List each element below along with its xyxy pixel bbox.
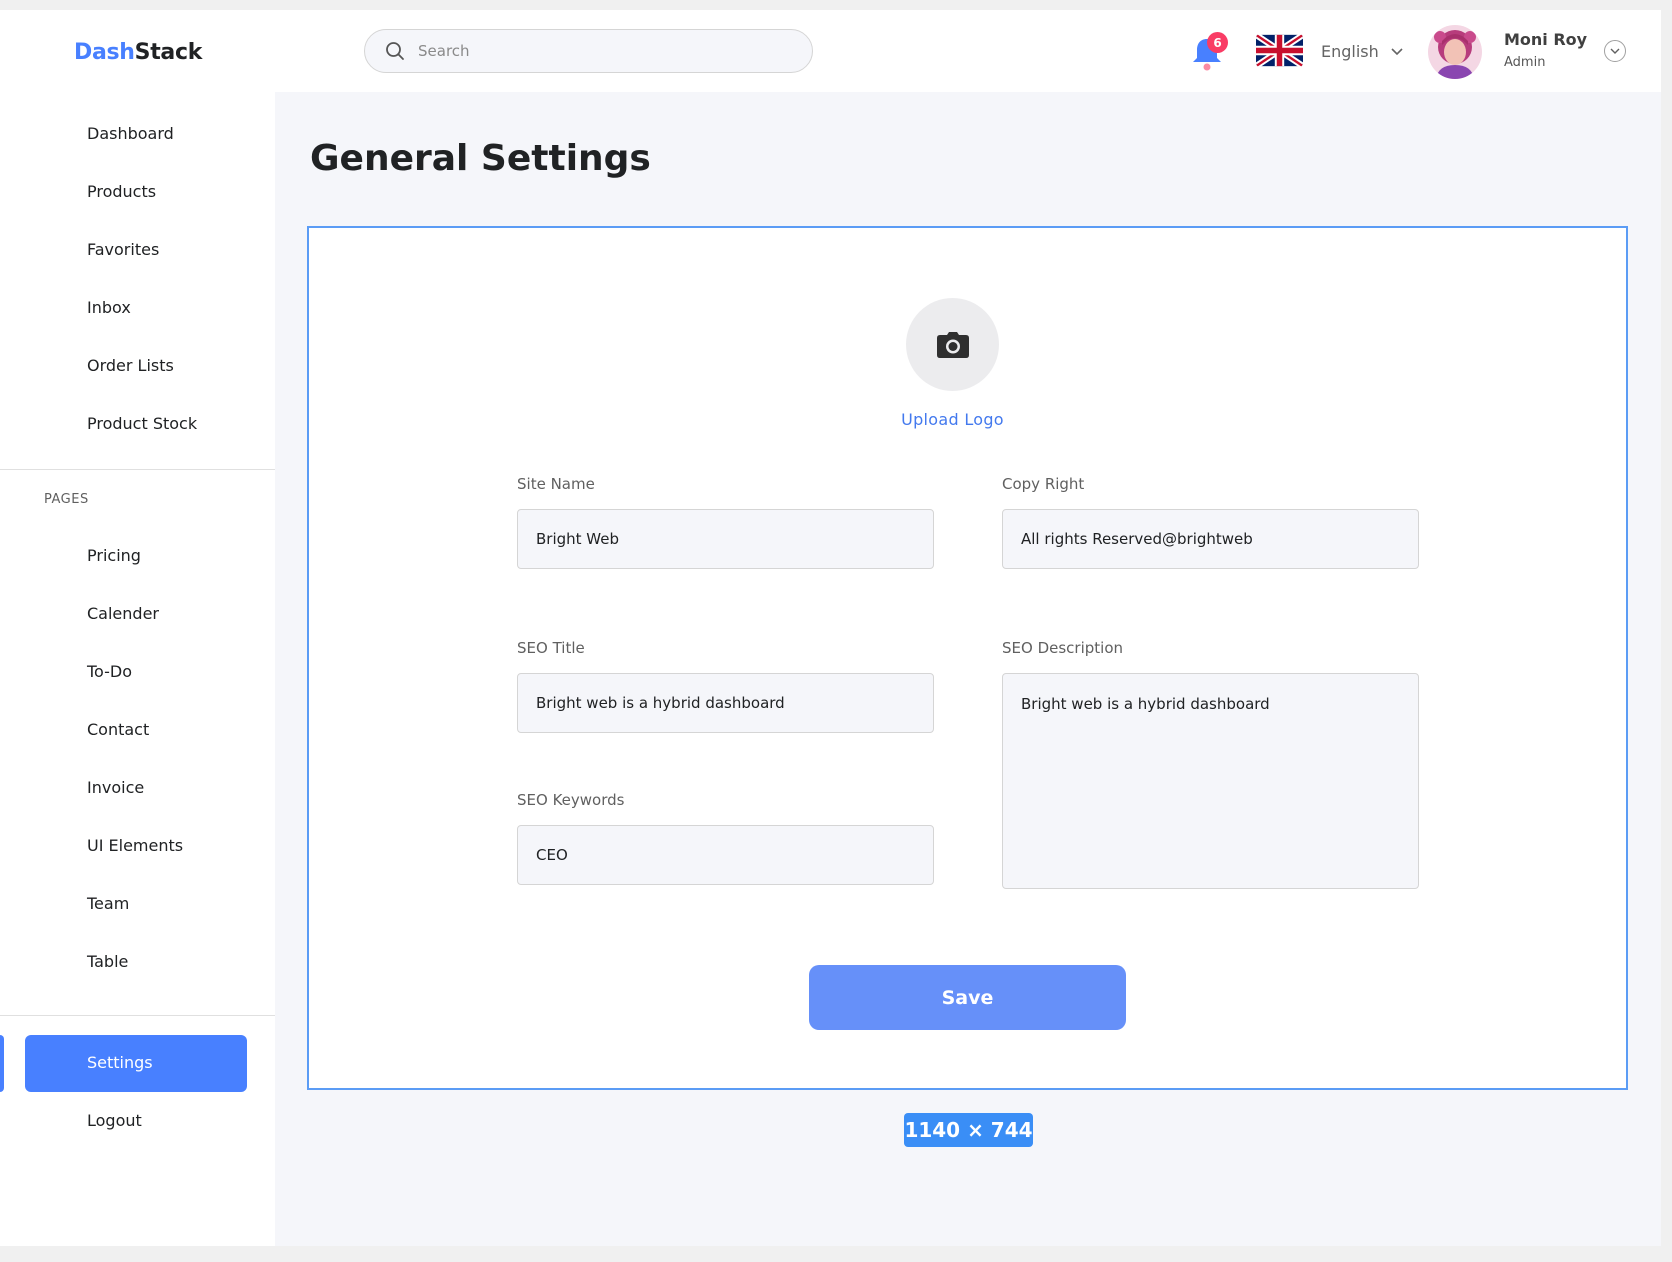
- upload-logo-link[interactable]: Upload Logo: [859, 410, 1046, 429]
- sidebar-item-invoice[interactable]: Invoice: [87, 778, 144, 798]
- sidebar-item-todo[interactable]: To-Do: [87, 662, 132, 682]
- brand-logo-part2: Stack: [134, 40, 203, 65]
- sidebar-item-calender[interactable]: Calender: [87, 604, 159, 624]
- sidebar-divider: [0, 1015, 275, 1016]
- profile-menu-button[interactable]: [1604, 40, 1626, 62]
- brand-logo-part1: Dash: [74, 40, 135, 65]
- search-icon: [386, 42, 404, 60]
- sidebar-item-dashboard[interactable]: Dashboard: [87, 124, 174, 144]
- brand-logo[interactable]: DashStack: [74, 40, 202, 65]
- sidebar-item-pricing[interactable]: Pricing: [87, 546, 141, 566]
- pages-section-label: PAGES: [44, 492, 89, 507]
- upload-logo-button[interactable]: [906, 298, 999, 391]
- copy-right-field[interactable]: [1002, 509, 1419, 569]
- seo-keywords-field[interactable]: [517, 825, 934, 885]
- sidebar-item-logout[interactable]: Logout: [87, 1111, 142, 1131]
- sidebar-item-table[interactable]: Table: [87, 952, 128, 972]
- sidebar-item-product-stock[interactable]: Product Stock: [87, 414, 197, 434]
- user-name: Moni Roy: [1504, 30, 1588, 49]
- active-indicator: [0, 1035, 4, 1092]
- sidebar-divider: [0, 469, 275, 470]
- sidebar-item-inbox[interactable]: Inbox: [87, 298, 131, 318]
- seo-description-label: SEO Description: [1002, 639, 1124, 657]
- sidebar-item-products[interactable]: Products: [87, 182, 156, 202]
- sidebar-item-contact[interactable]: Contact: [87, 720, 149, 740]
- site-name-field[interactable]: [517, 509, 934, 569]
- sidebar-item-settings[interactable]: Settings: [87, 1053, 153, 1073]
- uk-flag-icon[interactable]: [1256, 34, 1303, 67]
- language-label: English: [1321, 42, 1379, 61]
- site-name-label: Site Name: [517, 475, 595, 493]
- sidebar: Dashboard Products Favorites Inbox Order…: [0, 92, 275, 1246]
- sidebar-item-team[interactable]: Team: [87, 894, 129, 914]
- search-input[interactable]: [418, 42, 778, 60]
- chevron-down-icon: [1610, 48, 1620, 54]
- sidebar-item-order-lists[interactable]: Order Lists: [87, 356, 174, 376]
- notification-badge: 6: [1207, 32, 1228, 53]
- sidebar-item-ui-elements[interactable]: UI Elements: [87, 836, 183, 856]
- search-bar[interactable]: [364, 29, 813, 73]
- chevron-down-icon: [1391, 47, 1403, 55]
- avatar[interactable]: [1428, 25, 1482, 79]
- app-frame: DashStack 6 English: [0, 10, 1661, 1246]
- top-bar: DashStack 6 English: [0, 10, 1661, 92]
- user-role: Admin: [1504, 55, 1546, 70]
- copy-right-label: Copy Right: [1002, 475, 1085, 493]
- sidebar-item-favorites[interactable]: Favorites: [87, 240, 159, 260]
- seo-keywords-label: SEO Keywords: [517, 791, 625, 809]
- settings-card: Upload Logo Site Name Copy Right SEO Tit…: [307, 226, 1628, 1090]
- page-title: General Settings: [310, 138, 651, 179]
- seo-title-label: SEO Title: [517, 639, 585, 657]
- seo-description-field[interactable]: Bright web is a hybrid dashboard: [1002, 673, 1419, 889]
- dimensions-badge: 1140 × 744: [904, 1113, 1033, 1147]
- language-selector[interactable]: English: [1321, 42, 1403, 61]
- save-button[interactable]: Save: [809, 965, 1126, 1030]
- seo-title-field[interactable]: [517, 673, 934, 733]
- camera-icon: [936, 331, 969, 358]
